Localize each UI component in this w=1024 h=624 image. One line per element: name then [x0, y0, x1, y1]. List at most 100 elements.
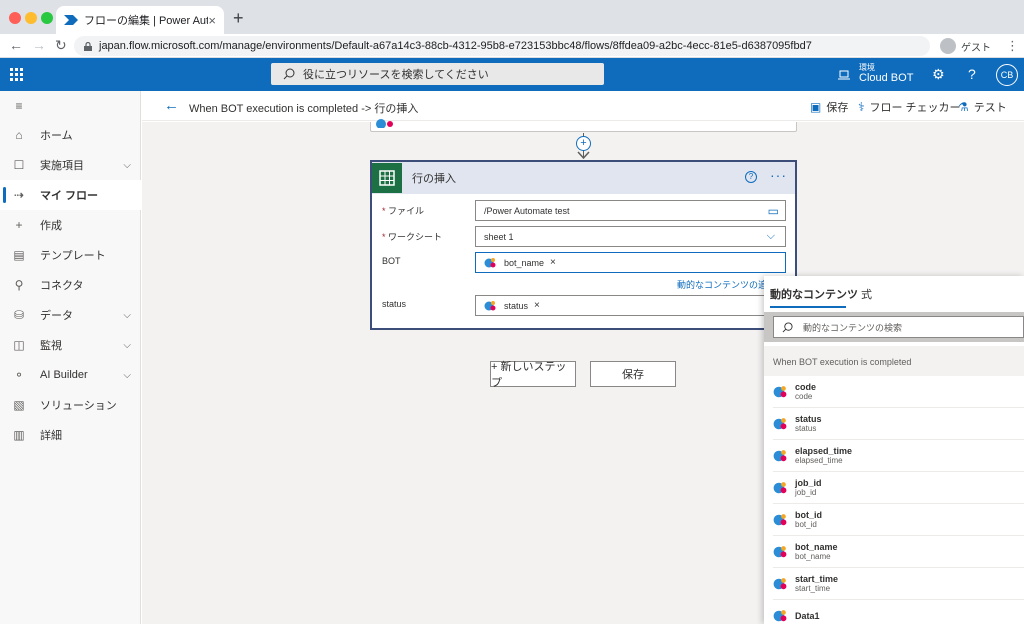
- sidebar-item-label: 監視: [40, 340, 62, 352]
- canvas-save-button[interactable]: 保存: [590, 361, 676, 387]
- maximize-window-button[interactable]: [41, 12, 53, 24]
- search-placeholder: 動的なコンテンツの検索: [803, 322, 903, 333]
- help-icon[interactable]: ?: [968, 66, 976, 82]
- chevron-down-icon: ⌵: [123, 369, 131, 381]
- save-label: 保存: [826, 102, 849, 114]
- excel-icon: [372, 163, 402, 193]
- dynamic-token[interactable]: bot_name ×: [484, 257, 556, 269]
- sidebar-item-label: データ: [40, 310, 73, 322]
- save-button[interactable]: ▣ 保存: [810, 99, 848, 115]
- sidebar-item-data[interactable]: ⛁ データ ⌵: [0, 300, 141, 330]
- item-description: code: [795, 391, 813, 401]
- chevron-down-icon[interactable]: ⌵: [767, 230, 775, 243]
- item-name: status: [795, 413, 822, 424]
- monitor-icon: ◫: [13, 338, 25, 352]
- dynamic-content-search-input[interactable]: 動的なコンテンツの検索: [773, 316, 1024, 338]
- profile-label: ゲスト: [961, 42, 991, 54]
- home-icon: ⌂: [15, 128, 23, 142]
- bot-field-label: BOT: [382, 256, 401, 266]
- list-item[interactable]: bot_name bot_name: [773, 536, 1024, 568]
- minimize-window-button[interactable]: [25, 12, 37, 24]
- list-item[interactable]: Data1: [773, 600, 1024, 624]
- back-arrow-icon[interactable]: ←: [164, 97, 179, 114]
- url-field[interactable]: japan.flow.microsoft.com/manage/environm…: [74, 36, 930, 56]
- new-tab-button[interactable]: +: [233, 8, 244, 29]
- environment-picker[interactable]: 環境 Cloud BOT: [838, 63, 913, 85]
- sidebar-item-solutions[interactable]: ▧ ソリューション: [0, 390, 141, 420]
- trigger-card[interactable]: [370, 119, 797, 132]
- close-window-button[interactable]: [9, 12, 21, 24]
- sidebar-item-home[interactable]: ⌂ ホーム: [0, 120, 141, 150]
- browser-menu-icon[interactable]: ⋮: [1006, 38, 1019, 54]
- sidebar-item-action-items[interactable]: ☐ 実施項目 ⌵: [0, 150, 141, 180]
- list-item[interactable]: start_time start_time: [773, 568, 1024, 600]
- status-field[interactable]: status ×: [475, 295, 786, 316]
- add-dynamic-content-link[interactable]: 動的なコンテンツの追: [677, 278, 767, 291]
- ai-builder-icon: ⚬: [13, 368, 25, 382]
- chevron-down-icon: ⌵: [123, 159, 131, 171]
- list-item[interactable]: job_id job_id: [773, 472, 1024, 504]
- settings-gear-icon[interactable]: ⚙: [932, 66, 945, 83]
- sidebar-item-ai-builder[interactable]: ⚬ AI Builder ⌵: [0, 360, 141, 390]
- token-label: bot_name: [504, 257, 545, 268]
- list-item[interactable]: bot_id bot_id: [773, 504, 1024, 536]
- sidebar-item-connectors[interactable]: ⚲ コネクタ: [0, 270, 141, 300]
- status-field-label: status: [382, 299, 407, 309]
- more-options-icon[interactable]: ···: [770, 167, 787, 183]
- list-item[interactable]: elapsed_time elapsed_time: [773, 440, 1024, 472]
- worksheet-dropdown[interactable]: sheet 1 ⌵: [475, 226, 786, 247]
- search-icon: [283, 68, 295, 80]
- list-item[interactable]: code code: [773, 376, 1024, 408]
- folder-icon[interactable]: ▭: [768, 204, 779, 218]
- dynamic-token[interactable]: status ×: [484, 300, 540, 312]
- item-name: start_time: [795, 573, 839, 584]
- sidebar-item-create[interactable]: + 作成: [0, 210, 141, 240]
- app-launcher-icon[interactable]: [10, 68, 23, 81]
- flow-checker-button[interactable]: ⚕ フロー チェッカー: [858, 99, 961, 115]
- new-step-button[interactable]: + 新しいステップ: [490, 361, 576, 389]
- user-avatar[interactable]: CB: [996, 64, 1018, 86]
- lock-icon: [84, 41, 92, 51]
- sidebar-item-learn[interactable]: ▥ 詳細: [0, 420, 141, 450]
- browser-tab[interactable]: フローの編集 | Power Automate ×: [56, 6, 224, 34]
- tab-expression[interactable]: 式: [861, 286, 872, 302]
- tab-close-icon[interactable]: ×: [208, 13, 216, 28]
- flow-title: When BOT execution is completed -> 行の挿入: [189, 103, 419, 115]
- cloud-bot-icon: [773, 417, 787, 429]
- list-item[interactable]: status status: [773, 408, 1024, 440]
- sidebar-item-monitor[interactable]: ◫ 監視 ⌵: [0, 330, 141, 360]
- profile-button[interactable]: ゲスト: [940, 36, 991, 56]
- help-icon[interactable]: ?: [745, 171, 757, 183]
- remove-token-icon[interactable]: ×: [550, 257, 556, 268]
- sidebar-item-label: マイ フロー: [40, 190, 99, 202]
- chevron-down-icon: ⌵: [123, 339, 131, 351]
- hamburger-icon: ≡: [15, 99, 23, 113]
- insert-row-action-card[interactable]: 行の挿入 ? ··· * ファイル /Power Automate test ▭…: [370, 160, 797, 330]
- cloud-bot-icon: [773, 385, 787, 397]
- resource-search-input[interactable]: 役に立つリソースを検索してください: [271, 63, 604, 85]
- browser-tab-strip: フローの編集 | Power Automate × +: [0, 0, 1024, 34]
- avatar: [940, 38, 956, 54]
- file-field[interactable]: /Power Automate test ▭: [475, 200, 786, 221]
- item-description: bot_name: [795, 551, 831, 561]
- reload-icon[interactable]: ↻: [55, 37, 67, 54]
- forward-icon[interactable]: →: [32, 37, 46, 53]
- item-name: Data1: [795, 611, 820, 621]
- insert-step-button[interactable]: +: [576, 136, 591, 151]
- trigger-section-header[interactable]: When BOT execution is completed: [764, 346, 1024, 376]
- bot-field[interactable]: bot_name ×: [475, 252, 786, 273]
- cloud-bot-icon: [773, 545, 787, 557]
- environment-icon: [838, 70, 850, 80]
- sidebar-item-templates[interactable]: ▤ テンプレート: [0, 240, 141, 270]
- back-icon[interactable]: ←: [9, 37, 23, 53]
- sidebar-item-my-flows[interactable]: ⇢ マイ フロー: [0, 180, 141, 210]
- search-icon: [782, 321, 793, 332]
- remove-token-icon[interactable]: ×: [534, 300, 540, 311]
- tab-dynamic-content[interactable]: 動的なコンテンツ: [770, 286, 858, 302]
- hamburger-menu-button[interactable]: ≡: [0, 91, 141, 121]
- item-name: elapsed_time: [795, 445, 853, 456]
- test-button[interactable]: ⚗ テスト: [958, 99, 1007, 115]
- connector-icon: ⚲: [14, 278, 24, 292]
- worksheet-field-label: * ワークシート: [382, 232, 443, 242]
- card-header[interactable]: 行の挿入 ? ···: [372, 162, 795, 194]
